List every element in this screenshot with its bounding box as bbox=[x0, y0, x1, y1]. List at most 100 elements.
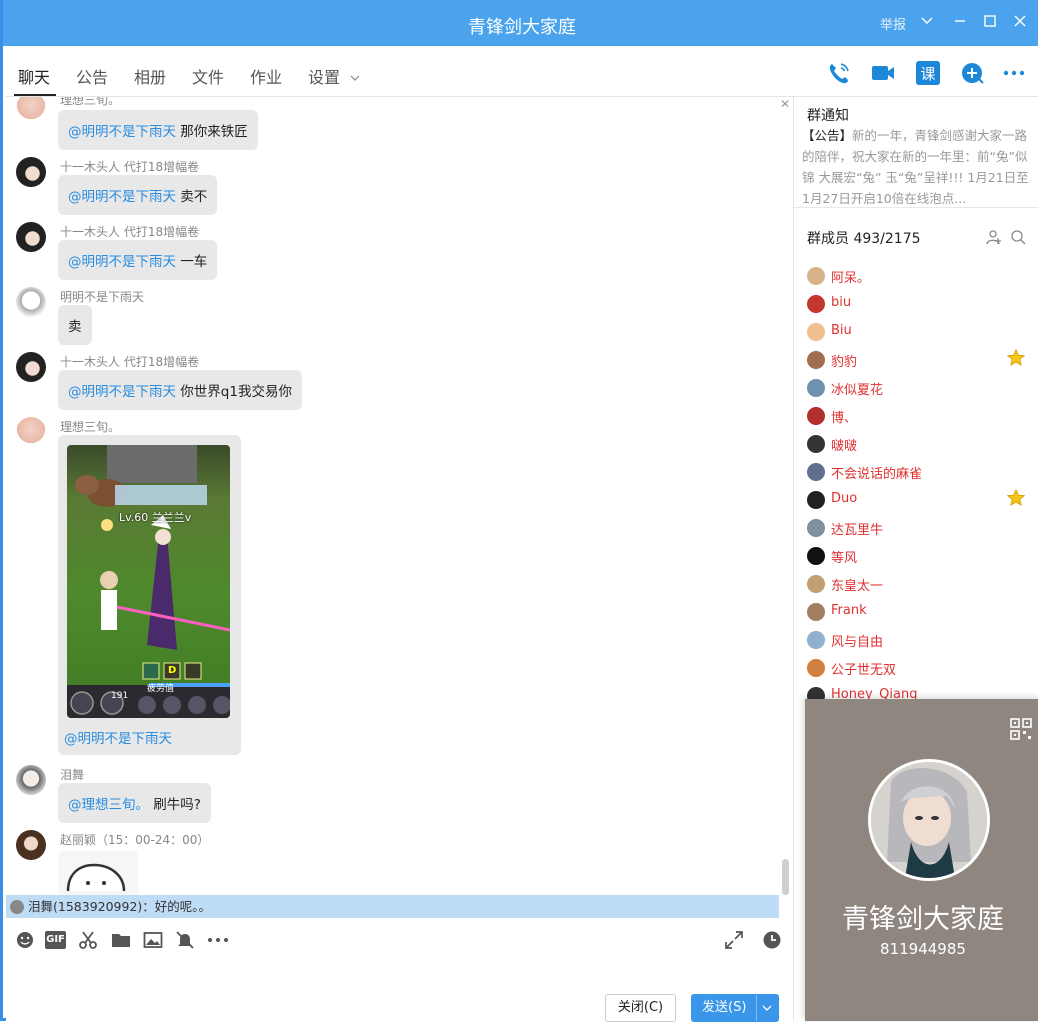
more-icon[interactable] bbox=[1002, 60, 1028, 86]
avatar bbox=[807, 491, 825, 509]
member-name: Frank bbox=[831, 603, 867, 618]
sender-name: 明明不是下雨天 bbox=[60, 290, 145, 304]
member-item[interactable]: 啵啵 bbox=[807, 431, 1029, 455]
message-bubble[interactable] bbox=[58, 851, 138, 895]
mention[interactable]: @明明不是下雨天 bbox=[68, 254, 176, 270]
message-text: 刷牛吗? bbox=[149, 797, 201, 813]
message-bubble[interactable]: @理想三旬。 刷牛吗? bbox=[58, 783, 211, 823]
image-icon[interactable] bbox=[143, 930, 163, 950]
avatar bbox=[807, 631, 825, 649]
avatar[interactable] bbox=[16, 765, 46, 795]
message-bubble[interactable]: @明明不是下雨天 一车 bbox=[58, 240, 218, 280]
tab-files[interactable]: 文件 bbox=[192, 64, 224, 88]
member-item[interactable]: 公子世无双 bbox=[807, 655, 1029, 679]
sender-name: 泪舞 bbox=[60, 768, 85, 782]
member-item[interactable]: Duo bbox=[807, 487, 1029, 511]
message-bubble[interactable]: 卖 bbox=[58, 305, 92, 345]
tab-settings[interactable]: 设置 bbox=[308, 64, 361, 88]
tab-settings-label: 设置 bbox=[308, 68, 341, 87]
new-message-notification[interactable]: 泪舞(1583920992)：好的呢。。 bbox=[6, 895, 779, 918]
tab-homework[interactable]: 作业 bbox=[250, 64, 282, 88]
avatar bbox=[807, 603, 825, 621]
sender-name: 十一木头人 代打18增幅卷 bbox=[60, 355, 200, 369]
game-fatigue-label: 疲劳值 bbox=[147, 684, 175, 694]
member-item[interactable]: 等风 bbox=[807, 543, 1029, 567]
active-tab-indicator bbox=[14, 94, 56, 96]
maximize-icon[interactable] bbox=[983, 14, 997, 32]
avatar bbox=[807, 463, 825, 481]
expand-icon[interactable] bbox=[724, 930, 744, 950]
tab-album[interactable]: 相册 bbox=[134, 64, 166, 88]
folder-icon[interactable] bbox=[111, 930, 131, 950]
history-icon[interactable] bbox=[762, 930, 782, 950]
member-item[interactable]: biu bbox=[807, 291, 1029, 315]
member-name: 公子世无双 bbox=[831, 663, 897, 678]
sender-name: 十一木头人 代打18增幅卷 bbox=[60, 225, 200, 239]
member-item[interactable]: Biu bbox=[807, 319, 1029, 343]
search-icon[interactable] bbox=[1010, 229, 1026, 249]
member-item[interactable]: 风与自由 bbox=[807, 627, 1029, 651]
members-title: 群成员 493/2175 bbox=[807, 231, 921, 247]
avatar[interactable] bbox=[16, 287, 46, 317]
chevron-down-icon[interactable] bbox=[762, 1004, 772, 1012]
message-bubble[interactable]: @明明不是下雨天 卖不 bbox=[58, 175, 218, 215]
send-button[interactable]: 发送(S) bbox=[691, 994, 779, 1022]
video-icon[interactable] bbox=[870, 60, 896, 86]
title-bar: 青锋剑大家庭 举报 bbox=[3, 0, 1038, 46]
tab-announcement[interactable]: 公告 bbox=[76, 64, 108, 88]
avatar bbox=[807, 519, 825, 537]
chat-area[interactable]: ✕ 理想三旬。 @明明不是下雨天 那你来铁匠 十一木头人 代打18增幅卷 @明明… bbox=[6, 97, 793, 895]
message-bubble[interactable]: @明明不是下雨天 你世界q1我交易你 bbox=[58, 370, 302, 410]
mention[interactable]: @明明不是下雨天 bbox=[68, 124, 176, 140]
sticker-image bbox=[66, 863, 126, 892]
member-name: 达瓦里牛 bbox=[831, 523, 884, 538]
avatar[interactable] bbox=[16, 157, 46, 187]
avatar bbox=[807, 379, 825, 397]
report-link[interactable]: 举报 bbox=[880, 14, 906, 33]
gif-icon[interactable]: GIF bbox=[45, 931, 66, 949]
more-icon[interactable] bbox=[206, 930, 228, 950]
avatar[interactable] bbox=[16, 417, 46, 447]
game-screenshot[interactable]: Lv.60 兰兰兰v D 疲劳值 191 bbox=[67, 445, 230, 718]
member-item[interactable]: 达瓦里牛 bbox=[807, 515, 1029, 539]
close-button[interactable]: 关闭(C) bbox=[605, 994, 676, 1022]
qr-code-icon[interactable] bbox=[1010, 718, 1032, 744]
minimize-icon[interactable] bbox=[953, 14, 967, 32]
member-item[interactable]: 东皇太一 bbox=[807, 571, 1029, 595]
chevron-down-icon[interactable] bbox=[920, 14, 934, 32]
avatar[interactable] bbox=[16, 222, 46, 252]
mention[interactable]: @明明不是下雨天 bbox=[68, 384, 176, 400]
avatar[interactable] bbox=[16, 830, 46, 860]
avatar[interactable] bbox=[16, 352, 46, 382]
message-bubble[interactable]: @明明不是下雨天 那你来铁匠 bbox=[58, 110, 258, 150]
add-member-icon[interactable] bbox=[986, 229, 1002, 249]
phone-icon[interactable] bbox=[826, 60, 852, 86]
message-bubble[interactable]: Lv.60 兰兰兰v D 疲劳值 191 @明明不是下雨天 bbox=[58, 435, 241, 755]
member-item[interactable]: 博、 bbox=[807, 403, 1029, 427]
emoji-icon[interactable] bbox=[15, 930, 35, 950]
group-profile-card: 青锋剑大家庭 811944985 bbox=[805, 699, 1038, 1021]
mention[interactable]: @明明不是下雨天 bbox=[64, 727, 172, 747]
member-item[interactable]: 冰似夏花 bbox=[807, 375, 1029, 399]
member-item[interactable]: 豹豹 bbox=[807, 347, 1029, 371]
member-item[interactable]: 不会说话的麻雀 bbox=[807, 459, 1029, 483]
member-item[interactable]: Frank bbox=[807, 599, 1029, 623]
chat-scrollbar[interactable] bbox=[782, 859, 789, 895]
add-icon[interactable] bbox=[960, 60, 986, 86]
mention[interactable]: @明明不是下雨天 bbox=[68, 189, 176, 205]
tab-chat[interactable]: 聊天 bbox=[18, 64, 50, 88]
close-icon[interactable] bbox=[1013, 14, 1027, 32]
avatar bbox=[807, 323, 825, 341]
game-skill-count: 191 bbox=[111, 691, 129, 701]
member-item[interactable]: 阿呆。 bbox=[807, 263, 1029, 287]
mute-icon[interactable] bbox=[175, 930, 195, 950]
send-divider bbox=[756, 995, 757, 1021]
scissors-icon[interactable] bbox=[78, 930, 98, 950]
mention[interactable]: @理想三旬。 bbox=[68, 797, 149, 813]
close-small-icon[interactable]: ✕ bbox=[780, 97, 790, 111]
lesson-icon[interactable]: 课 bbox=[916, 61, 940, 85]
avatar[interactable] bbox=[16, 97, 46, 123]
game-scene bbox=[67, 445, 230, 718]
group-notice-body[interactable]: 【公告】新的一年，青锋剑感谢大家一路的陪伴，祝大家在新的一年里：前“兔”似锦 大… bbox=[802, 125, 1030, 209]
group-avatar[interactable] bbox=[868, 759, 990, 881]
